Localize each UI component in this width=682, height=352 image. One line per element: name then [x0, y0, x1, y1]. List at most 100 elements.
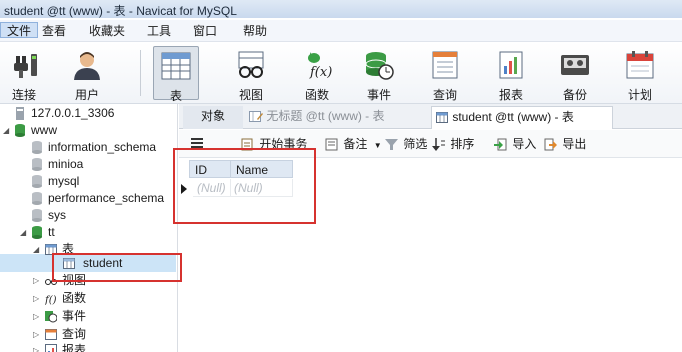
navigator-tree: 127.0.0.1_3306 ◢ www information_schema …	[0, 104, 178, 352]
function-icon: f(x)	[308, 52, 332, 80]
db-name: information_schema	[48, 140, 157, 154]
import-icon	[494, 138, 507, 151]
filter-icon	[385, 139, 398, 151]
svg-text:f(x): f(x)	[309, 65, 332, 80]
tab-objects[interactable]: 对象	[183, 106, 243, 129]
tab-untitled[interactable]: 无标题 @tt (www) - 表	[245, 106, 415, 129]
schedule-button[interactable]: 计划	[617, 46, 663, 102]
menu-view[interactable]: 查看	[42, 23, 66, 39]
note-icon	[325, 138, 338, 151]
filter-label: 筛选	[403, 137, 428, 151]
tab-untitled-label: 无标题 @tt (www) - 表	[266, 109, 385, 123]
event-clock-icon	[45, 311, 57, 323]
report-label: 报表	[498, 88, 523, 102]
menu-tools[interactable]: 工具	[147, 23, 171, 39]
event-clock-icon	[365, 52, 394, 80]
export-button[interactable]: 导出	[544, 136, 586, 152]
export-icon	[544, 138, 557, 151]
db-name: minioa	[48, 157, 84, 171]
main-toolbar: 连接 用户 表 视图 f(x) 函数 事件 查询 报表 备份 计划	[0, 42, 682, 104]
user-icon	[74, 52, 100, 80]
menu-window[interactable]: 窗口	[193, 23, 217, 39]
hamburger-icon	[191, 138, 203, 148]
database-gray-icon	[32, 175, 42, 188]
function-button[interactable]: f(x) 函数	[294, 46, 340, 102]
query-icon	[432, 51, 458, 79]
svg-text:f(): f()	[45, 295, 57, 305]
expand-arrow-icon[interactable]: ◢	[3, 126, 9, 135]
menu-favorites[interactable]: 收藏夹	[89, 23, 125, 39]
query-button[interactable]: 查询	[422, 46, 468, 102]
report-icon	[499, 51, 523, 79]
export-label: 导出	[562, 137, 587, 151]
database-gray-icon	[32, 209, 42, 222]
backup-label: 备份	[562, 88, 587, 102]
functions-label: 函数	[62, 291, 87, 305]
connect-label: 连接	[11, 88, 36, 102]
expand-arrow-icon[interactable]: ◢	[33, 245, 39, 254]
report-icon	[45, 344, 57, 352]
menu-file[interactable]: 文件	[0, 22, 39, 38]
database-gray-icon	[32, 141, 42, 154]
import-button[interactable]: 导入	[494, 136, 536, 152]
database-icon	[32, 226, 42, 239]
sort-icon	[432, 138, 445, 152]
calendar-icon	[626, 51, 654, 79]
tab-student[interactable]: student @tt (www) - 表	[431, 106, 613, 129]
collapse-arrow-icon[interactable]: ▷	[33, 312, 39, 321]
events-label: 事件	[62, 309, 87, 323]
sort-label: 排序	[450, 137, 475, 151]
db-www-label: www	[31, 123, 57, 137]
import-label: 导入	[512, 137, 537, 151]
filter-button[interactable]: 筛选	[385, 136, 427, 152]
highlight-box-student	[52, 253, 182, 282]
user-label: 用户	[74, 88, 99, 102]
db-name: performance_schema	[48, 191, 165, 205]
toolbar-separator	[140, 50, 141, 96]
function-label: 函数	[304, 88, 329, 102]
menu-bar: 文件 查看 收藏夹 工具 窗口 帮助	[0, 20, 682, 42]
function-icon: f()	[45, 295, 57, 305]
server-icon	[16, 107, 24, 120]
dropdown-arrow-icon[interactable]: ▼	[374, 141, 382, 150]
expand-arrow-icon[interactable]: ◢	[20, 228, 26, 237]
sort-button[interactable]: 排序	[432, 136, 474, 152]
plug-icon	[14, 54, 37, 78]
backup-button[interactable]: 备份	[552, 46, 598, 102]
note-button[interactable]: 备注 ▼	[325, 136, 382, 152]
db-name: mysql	[48, 174, 80, 188]
collapse-arrow-icon[interactable]: ▷	[33, 276, 39, 285]
collapse-arrow-icon[interactable]: ▷	[33, 330, 39, 339]
tab-student-label: student @tt (www) - 表	[452, 110, 574, 124]
tab-strip: 对象 无标题 @tt (www) - 表 student @tt (www) -…	[179, 104, 682, 129]
report-button[interactable]: 报表	[488, 46, 534, 102]
highlight-box-grid	[173, 148, 316, 224]
backup-tape-icon	[561, 55, 589, 75]
db-name: sys	[48, 208, 66, 222]
database-gray-icon	[32, 192, 42, 205]
query-icon	[45, 329, 57, 340]
view-button[interactable]: 视图	[228, 46, 274, 102]
user-button[interactable]: 用户	[64, 46, 110, 102]
event-button[interactable]: 事件	[356, 46, 402, 102]
table-button[interactable]: 表	[153, 46, 199, 103]
database-icon	[15, 124, 25, 137]
collapse-arrow-icon[interactable]: ▷	[33, 346, 39, 352]
db-tt-label: tt	[48, 225, 55, 239]
glasses-icon	[238, 51, 264, 78]
menu-help[interactable]: 帮助	[243, 23, 267, 39]
table-edit-icon	[249, 111, 263, 123]
title-bar: student @tt (www) - 表 - Navicat for MySQ…	[0, 0, 682, 18]
note-label: 备注	[343, 137, 368, 151]
queries-label: 查询	[62, 327, 87, 341]
table-label: 表	[169, 89, 182, 103]
event-label: 事件	[366, 88, 391, 102]
query-label: 查询	[432, 88, 457, 102]
collapse-arrow-icon[interactable]: ▷	[33, 294, 39, 303]
table-icon	[161, 52, 191, 80]
connect-button[interactable]: 连接	[1, 46, 47, 102]
table-icon	[436, 112, 448, 124]
schedule-label: 计划	[627, 88, 652, 102]
connection-label: 127.0.0.1_3306	[31, 106, 115, 120]
database-gray-icon	[32, 158, 42, 171]
